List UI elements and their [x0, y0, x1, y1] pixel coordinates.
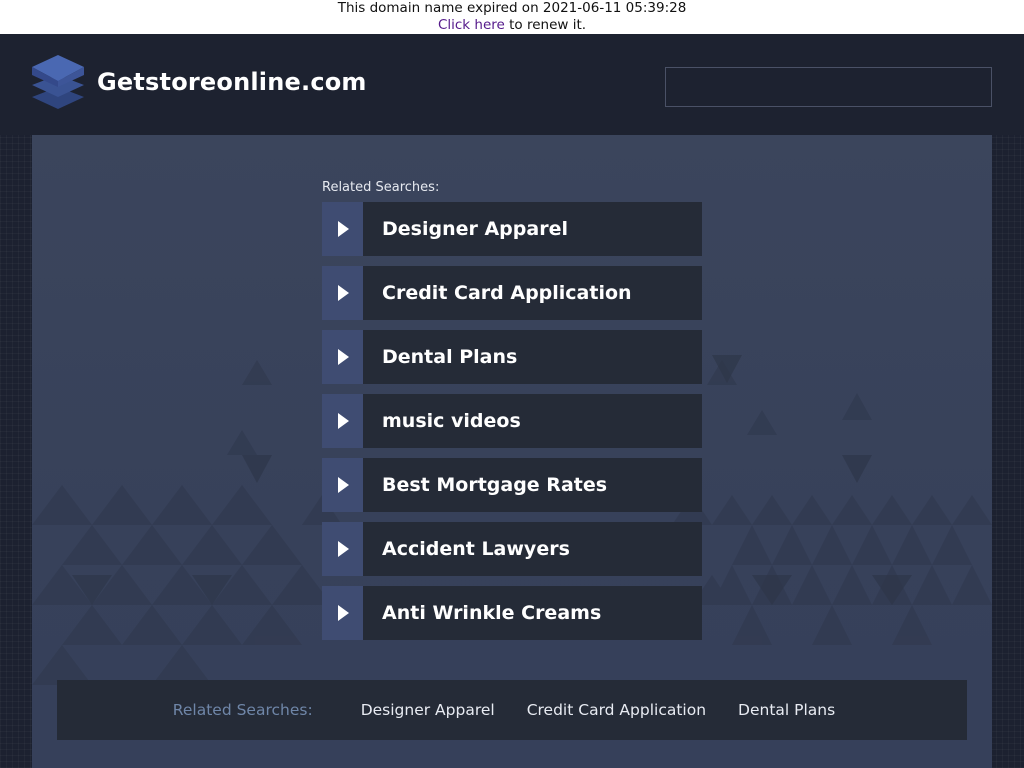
play-arrow-icon [322, 266, 363, 320]
play-arrow-icon [322, 522, 363, 576]
renew-link[interactable]: Click here [438, 17, 505, 33]
search-input[interactable] [665, 67, 992, 107]
search-link-best-mortgage-rates[interactable]: Best Mortgage Rates [322, 458, 702, 512]
footer-link-credit-card-application[interactable]: Credit Card Application [527, 701, 706, 719]
renew-suffix: to renew it. [504, 17, 587, 33]
stacked-layers-icon [32, 55, 84, 109]
play-arrow-icon [322, 458, 363, 512]
search-link-label: Best Mortgage Rates [363, 458, 702, 512]
search-link-label: Anti Wrinkle Creams [363, 586, 702, 640]
main-content: Related Searches: Designer Apparel Credi… [32, 135, 992, 768]
search-link-accident-lawyers[interactable]: Accident Lawyers [322, 522, 702, 576]
related-searches-list: Related Searches: Designer Apparel Credi… [322, 180, 702, 650]
search-link-label: Accident Lawyers [363, 522, 702, 576]
footer-link-dental-plans[interactable]: Dental Plans [738, 701, 835, 719]
search-link-anti-wrinkle-creams[interactable]: Anti Wrinkle Creams [322, 586, 702, 640]
footer-link-designer-apparel[interactable]: Designer Apparel [361, 701, 495, 719]
play-arrow-icon [322, 394, 363, 448]
search-link-designer-apparel[interactable]: Designer Apparel [322, 202, 702, 256]
site-header: Getstoreonline.com [0, 34, 1024, 135]
footer-related-label: Related Searches: [172, 701, 313, 719]
related-searches-heading: Related Searches: [322, 180, 440, 195]
search-link-label: music videos [363, 394, 702, 448]
play-arrow-icon [322, 202, 363, 256]
search-link-label: Credit Card Application [363, 266, 702, 320]
search-link-dental-plans[interactable]: Dental Plans [322, 330, 702, 384]
expiry-notice-bar: This domain name expired on 2021-06-11 0… [0, 0, 1024, 34]
footer-related-searches: Related Searches: Designer Apparel Credi… [57, 680, 967, 740]
search-link-label: Dental Plans [363, 330, 702, 384]
expiry-notice-text: This domain name expired on 2021-06-11 0… [337, 0, 687, 16]
site-title: Getstoreonline.com [97, 68, 367, 96]
play-arrow-icon [322, 330, 363, 384]
search-link-music-videos[interactable]: music videos [322, 394, 702, 448]
search-link-credit-card-application[interactable]: Credit Card Application [322, 266, 702, 320]
renew-line: Click here to renew it. [0, 17, 1024, 34]
play-arrow-icon [322, 586, 363, 640]
search-link-label: Designer Apparel [363, 202, 702, 256]
